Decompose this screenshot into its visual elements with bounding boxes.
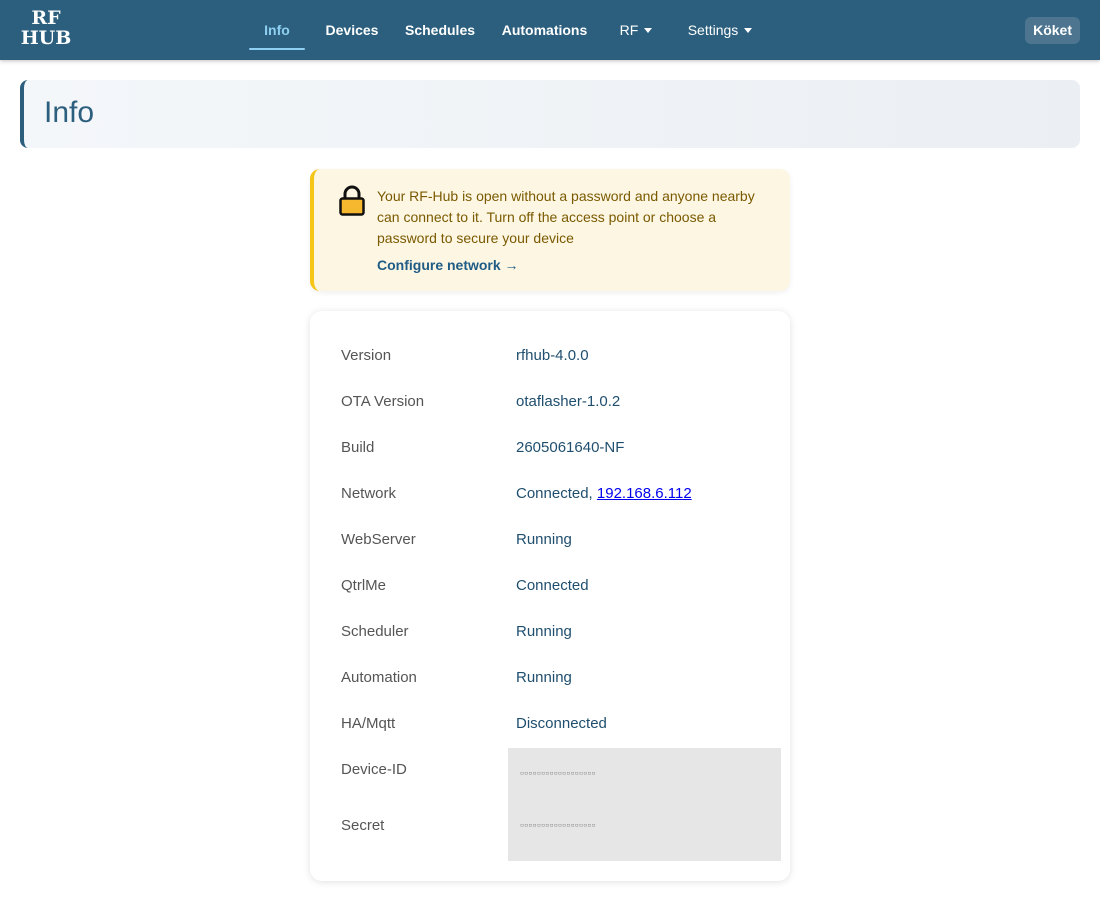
warning-message: Your RF-Hub is open without a password a…	[377, 188, 755, 246]
info-row-automation: Automation Running	[310, 633, 790, 686]
info-row-webserver: WebServer Running	[310, 495, 790, 548]
nav-automations-label: Automations	[501, 22, 588, 38]
secret-label: Secret	[341, 817, 385, 834]
nav-schedules-label: Schedules	[404, 22, 476, 38]
configure-network-link[interactable]: Configure network →	[377, 257, 519, 273]
nav-automations[interactable]: Automations	[496, 0, 593, 60]
row-label: HA/Mqtt	[341, 715, 396, 732]
secret-value: ▫▫▫▫▫▫▫▫▫▫▫▫▫▫▫▫▫▫	[520, 821, 596, 829]
caret-down-icon	[644, 27, 653, 33]
open-network-warning: Your RF-Hub is open without a password a…	[310, 169, 790, 291]
nav-devices[interactable]: Devices	[320, 0, 384, 60]
page-title: Info	[44, 96, 95, 129]
row-value: Disconnected	[516, 715, 607, 732]
device-id-label: Device-ID	[341, 761, 407, 778]
caret-down-icon	[744, 27, 753, 33]
info-card: Version rfhub-4.0.0 OTA Version otaflash…	[310, 311, 790, 881]
info-row-ota-version: OTA Version otaflasher-1.0.2	[310, 357, 790, 410]
nav-schedules[interactable]: Schedules	[400, 0, 480, 60]
nav-rf-dropdown[interactable]: RF	[612, 0, 660, 60]
lock-icon	[339, 185, 365, 216]
room-badge[interactable]: Köket	[1025, 17, 1080, 44]
info-row-version: Version rfhub-4.0.0	[310, 311, 790, 364]
info-row-ha-mqtt: HA/Mqtt Disconnected	[310, 679, 790, 732]
info-row-scheduler: Scheduler Running	[310, 587, 790, 640]
nav-info-label: Info	[264, 22, 290, 38]
info-row-build: Build 2605061640-NF	[310, 403, 790, 456]
nav-rf-label: RF	[619, 22, 639, 38]
nav-devices-label: Devices	[325, 22, 379, 38]
page-header: Info	[20, 80, 1080, 148]
nav-settings-label: Settings	[687, 22, 739, 38]
logo-line-2: HUB	[20, 27, 72, 49]
nav-settings-dropdown[interactable]: Settings	[680, 0, 760, 60]
nav-info[interactable]: Info	[249, 0, 305, 60]
logo[interactable]: RF HUB	[18, 8, 74, 48]
logo-line-1: RF	[31, 7, 61, 29]
info-row-network: Network Connected, 192.168.6.112	[310, 449, 790, 502]
redacted-credentials: ▫▫▫▫▫▫▫▫▫▫▫▫▫▫▫▫▫▫ ▫▫▫▫▫▫▫▫▫▫▫▫▫▫▫▫▫▫	[508, 748, 781, 861]
info-row-qtrlme: QtrlMe Connected	[310, 541, 790, 594]
navbar: RF HUB Info Devices Schedules Automation…	[0, 0, 1100, 60]
device-id-value: ▫▫▫▫▫▫▫▫▫▫▫▫▫▫▫▫▫▫	[520, 769, 596, 777]
